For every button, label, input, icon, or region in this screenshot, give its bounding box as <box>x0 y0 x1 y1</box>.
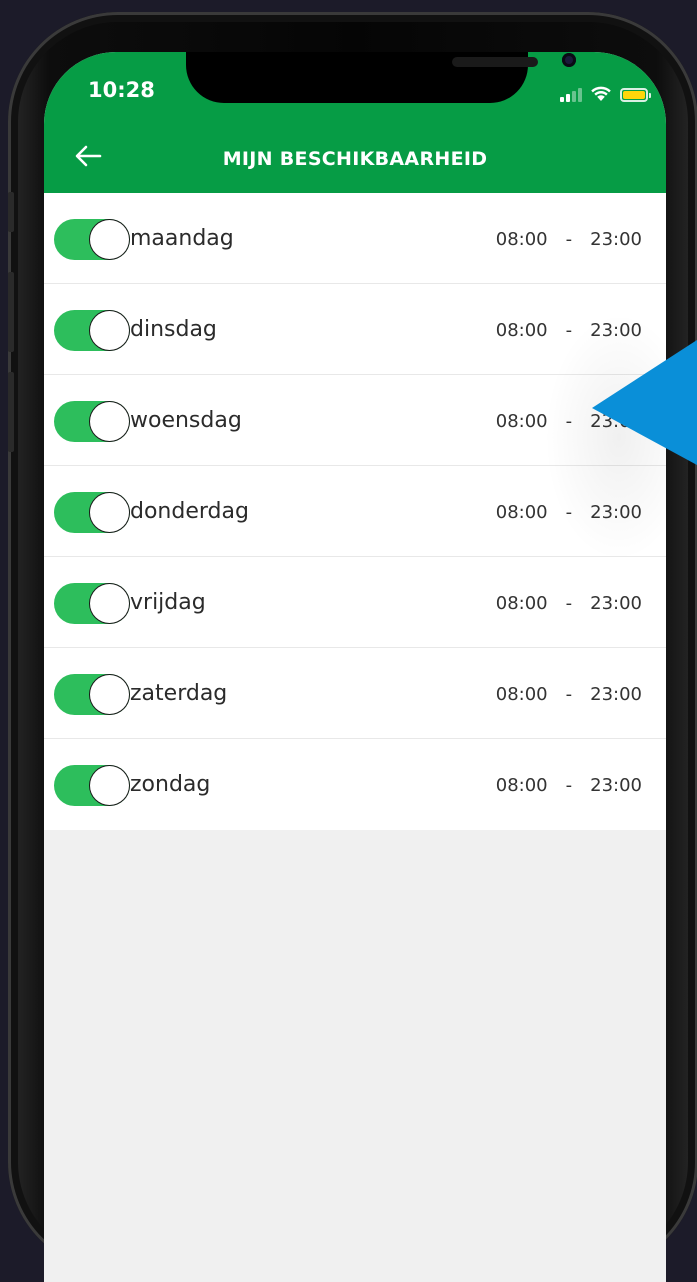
start-time[interactable]: 08:00 <box>496 411 548 432</box>
day-row-zaterdag: zaterdag 08:00-23:00 <box>44 648 666 739</box>
wifi-icon <box>591 86 611 101</box>
day-row-donderdag: donderdag 08:00-23:00 <box>44 466 666 557</box>
volume-up-button <box>8 272 14 352</box>
day-row-dinsdag: dinsdag 08:00-23:00 <box>44 284 666 375</box>
status-icons <box>560 82 651 102</box>
start-time[interactable]: 08:00 <box>496 684 548 705</box>
toggle-dinsdag[interactable] <box>54 310 130 351</box>
time-separator: - <box>565 229 573 250</box>
page-title: MIJN BESCHIKBAARHEID <box>222 148 488 170</box>
toggle-vrijdag[interactable] <box>54 583 130 624</box>
toggle-zaterdag[interactable] <box>54 674 130 715</box>
time-separator: - <box>565 502 573 523</box>
time-range: 08:00-23:00 <box>496 593 642 614</box>
end-time[interactable]: 23:00 <box>590 502 642 523</box>
toggle-woensdag[interactable] <box>54 401 130 442</box>
start-time[interactable]: 08:00 <box>496 229 548 250</box>
end-time[interactable]: 23:00 <box>590 593 642 614</box>
volume-down-button <box>8 372 14 452</box>
toggle-donderdag[interactable] <box>54 492 130 533</box>
signal-icon <box>560 86 582 102</box>
time-separator: - <box>565 593 573 614</box>
day-label: donderdag <box>130 499 249 524</box>
device-notch <box>186 52 576 103</box>
time-separator: - <box>565 684 573 705</box>
time-range: 08:00-23:00 <box>496 229 642 250</box>
day-row-maandag: maandag 08:00-23:00 <box>44 193 666 284</box>
day-label: zondag <box>130 772 211 797</box>
toggle-maandag[interactable] <box>54 219 130 260</box>
start-time[interactable]: 08:00 <box>496 775 548 796</box>
time-range: 08:00-23:00 <box>496 502 642 523</box>
availability-list: maandag 08:00-23:00 dinsdag 08:00-23:00 … <box>44 193 666 830</box>
end-time[interactable]: 23:00 <box>590 320 642 341</box>
time-range: 08:00-23:00 <box>496 411 642 432</box>
start-time[interactable]: 08:00 <box>496 502 548 523</box>
end-time[interactable]: 23:00 <box>590 229 642 250</box>
start-time[interactable]: 08:00 <box>496 320 548 341</box>
day-label: zaterdag <box>130 681 228 706</box>
battery-icon <box>620 88 651 102</box>
toggle-zondag[interactable] <box>54 765 130 806</box>
app-screen: 10:28 MIJN BESCHIKBAARHEID maandag 08:00… <box>44 52 666 1282</box>
speaker <box>452 57 538 67</box>
time-separator: - <box>565 320 573 341</box>
front-camera <box>562 53 576 67</box>
time-range: 08:00-23:00 <box>496 684 642 705</box>
start-time[interactable]: 08:00 <box>496 593 548 614</box>
day-label: woensdag <box>130 408 242 433</box>
time-separator: - <box>565 775 573 796</box>
day-row-woensdag: woensdag 08:00-23:00 <box>44 375 666 466</box>
day-row-vrijdag: vrijdag 08:00-23:00 <box>44 557 666 648</box>
day-label: vrijdag <box>130 590 206 615</box>
day-row-zondag: zondag 08:00-23:00 <box>44 739 666 830</box>
mute-switch <box>8 192 14 232</box>
time-range: 08:00-23:00 <box>496 320 642 341</box>
end-time[interactable]: 23:00 <box>590 775 642 796</box>
status-time: 10:28 <box>88 78 155 102</box>
time-separator: - <box>565 411 573 432</box>
end-time[interactable]: 23:00 <box>590 684 642 705</box>
end-time[interactable]: 23:00 <box>590 411 642 432</box>
day-label: maandag <box>130 226 234 251</box>
day-label: dinsdag <box>130 317 217 342</box>
time-range: 08:00-23:00 <box>496 775 642 796</box>
